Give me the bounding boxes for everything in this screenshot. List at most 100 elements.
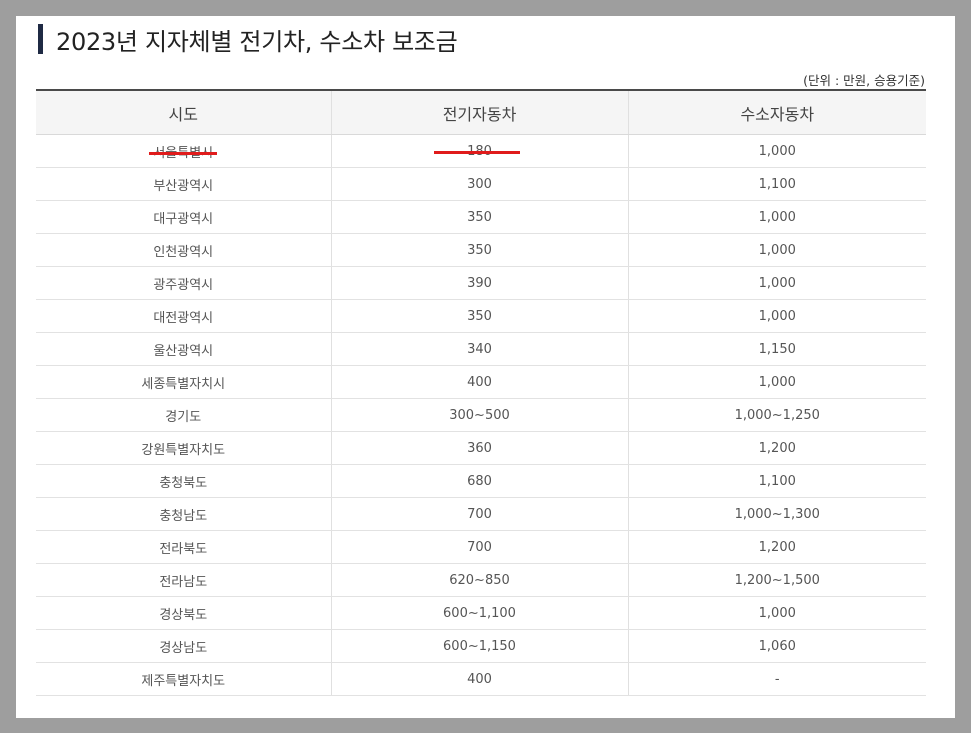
- content-card: 2023년 지자체별 전기차, 수소차 보조금 (단위 : 만원, 승용기준) …: [16, 16, 955, 718]
- cell-region-text: 울산광역시: [153, 343, 214, 359]
- title-accent-bar: [38, 24, 43, 54]
- cell-region-text: 경상북도: [159, 607, 208, 623]
- cell-ev-text: 300~500: [449, 407, 510, 423]
- cell-hydrogen-text: 1,000: [758, 374, 796, 390]
- cell-hydrogen: 1,150: [628, 332, 926, 366]
- cell-region: 충청북도: [36, 464, 332, 498]
- cell-region-text: 전라남도: [159, 574, 208, 590]
- table-row: 세종특별자치시 400 1,000: [36, 365, 926, 399]
- cell-ev-text: 620~850: [449, 572, 510, 588]
- cell-ev: 350: [331, 299, 629, 333]
- cell-region: 울산광역시: [36, 332, 332, 366]
- cell-hydrogen-text: 1,000: [758, 308, 796, 324]
- cell-region-text: 세종특별자치시: [141, 376, 226, 392]
- cell-region: 인천광역시: [36, 233, 332, 267]
- cell-hydrogen: -: [628, 662, 926, 696]
- cell-region: 전라남도: [36, 563, 332, 597]
- cell-hydrogen-text: 1,000: [758, 143, 796, 159]
- cell-hydrogen-text: 1,100: [758, 176, 796, 192]
- cell-ev-text: 400: [467, 671, 492, 687]
- table-row: 경상북도 600~1,100 1,000: [36, 596, 926, 630]
- cell-hydrogen-text: 1,000: [758, 209, 796, 225]
- cell-region-text: 전라북도: [159, 541, 208, 557]
- cell-region: 경상남도: [36, 629, 332, 663]
- page-title: 2023년 지자체별 전기차, 수소차 보조금: [56, 27, 458, 56]
- table-body: 서울특별시1801,000부산광역시3001,100대구광역시3501,000인…: [36, 134, 926, 696]
- highlight-underline: [434, 151, 520, 155]
- header-ev: 전기자동차: [331, 90, 629, 135]
- cell-region: 전라북도: [36, 530, 332, 564]
- cell-hydrogen: 1,000: [628, 233, 926, 267]
- cell-ev: 600~1,100: [331, 596, 629, 630]
- cell-hydrogen: 1,000~1,300: [628, 497, 926, 531]
- cell-ev: 700: [331, 497, 629, 531]
- cell-hydrogen: 1,000: [628, 596, 926, 630]
- table-row: 서울특별시180 1,000: [36, 134, 926, 168]
- cell-region-text: 강원특별자치도: [141, 442, 226, 458]
- header-region: 시도: [36, 90, 332, 135]
- cell-hydrogen: 1,000: [628, 134, 926, 168]
- cell-ev-text: 600~1,100: [443, 605, 516, 621]
- cell-ev: 340: [331, 332, 629, 366]
- table-row: 광주광역시 390 1,000: [36, 266, 926, 300]
- table-row: 충청북도 680 1,100: [36, 464, 926, 498]
- cell-region-text: 대구광역시: [153, 211, 214, 227]
- cell-ev-text: 340: [467, 341, 492, 357]
- cell-region: 광주광역시: [36, 266, 332, 300]
- cell-ev-text: 680: [467, 473, 492, 489]
- cell-region: 서울특별시: [36, 134, 332, 168]
- cell-region: 대전광역시: [36, 299, 332, 333]
- cell-hydrogen: 1,200: [628, 431, 926, 465]
- cell-region-text: 경상남도: [159, 640, 208, 656]
- cell-hydrogen: 1,100: [628, 167, 926, 201]
- cell-region-text: 광주광역시: [153, 277, 214, 293]
- table-row: 경상남도 600~1,150 1,060: [36, 629, 926, 663]
- table-row: 전라북도 700 1,200: [36, 530, 926, 564]
- table-row: 충청남도 700 1,000~1,300: [36, 497, 926, 531]
- cell-hydrogen: 1,200: [628, 530, 926, 564]
- cell-hydrogen-text: 1,000: [758, 275, 796, 291]
- cell-ev: 300: [331, 167, 629, 201]
- cell-region-text: 경기도: [165, 409, 202, 425]
- table-row: 인천광역시 350 1,000: [36, 233, 926, 267]
- cell-ev: 600~1,150: [331, 629, 629, 663]
- cell-hydrogen: 1,200~1,500: [628, 563, 926, 597]
- cell-hydrogen-text: 1,100: [758, 473, 796, 489]
- cell-ev: 680: [331, 464, 629, 498]
- cell-ev-text: 600~1,150: [443, 638, 516, 654]
- cell-ev: 400: [331, 365, 629, 399]
- cell-hydrogen: 1,000: [628, 266, 926, 300]
- cell-hydrogen: 1,000: [628, 200, 926, 234]
- cell-ev: 400: [331, 662, 629, 696]
- cell-ev: 350: [331, 200, 629, 234]
- cell-ev: 180: [331, 134, 629, 168]
- cell-ev: 350: [331, 233, 629, 267]
- header-hydrogen: 수소자동차: [628, 90, 926, 135]
- cell-ev-text: 390: [467, 275, 492, 291]
- cell-region-text: 인천광역시: [153, 244, 214, 260]
- cell-region: 제주특별자치도: [36, 662, 332, 696]
- cell-ev-text: 300: [467, 176, 492, 192]
- title-bar: 2023년 지자체별 전기차, 수소차 보조금: [38, 24, 458, 56]
- cell-region-text: 충청북도: [159, 475, 208, 491]
- cell-hydrogen-text: 1,000: [758, 242, 796, 258]
- cell-region-text: 대전광역시: [153, 310, 214, 326]
- cell-hydrogen-text: 1,060: [758, 638, 796, 654]
- cell-ev-text: 700: [467, 506, 492, 522]
- cell-region: 강원특별자치도: [36, 431, 332, 465]
- cell-hydrogen-text: 1,000~1,300: [734, 506, 820, 522]
- table-row: 대구광역시 350 1,000: [36, 200, 926, 234]
- cell-region: 대구광역시: [36, 200, 332, 234]
- cell-ev-text: 350: [467, 209, 492, 225]
- cell-region-text: 제주특별자치도: [141, 673, 226, 689]
- cell-region-text: 부산광역시: [153, 178, 214, 194]
- cell-hydrogen-text: 1,150: [758, 341, 796, 357]
- cell-hydrogen-text: 1,000~1,250: [734, 407, 820, 423]
- cell-hydrogen-text: 1,200: [758, 539, 796, 555]
- subsidy-table: 시도 전기자동차 수소자동차 서울특별시180 1,000 부산광역시 300 1,10…: [36, 89, 926, 696]
- highlight-underline: [149, 151, 218, 155]
- cell-region-text: 충청남도: [159, 508, 208, 524]
- cell-ev-text: 700: [467, 539, 492, 555]
- table-row: 부산광역시 300 1,100: [36, 167, 926, 201]
- cell-ev-text: 400: [467, 374, 492, 390]
